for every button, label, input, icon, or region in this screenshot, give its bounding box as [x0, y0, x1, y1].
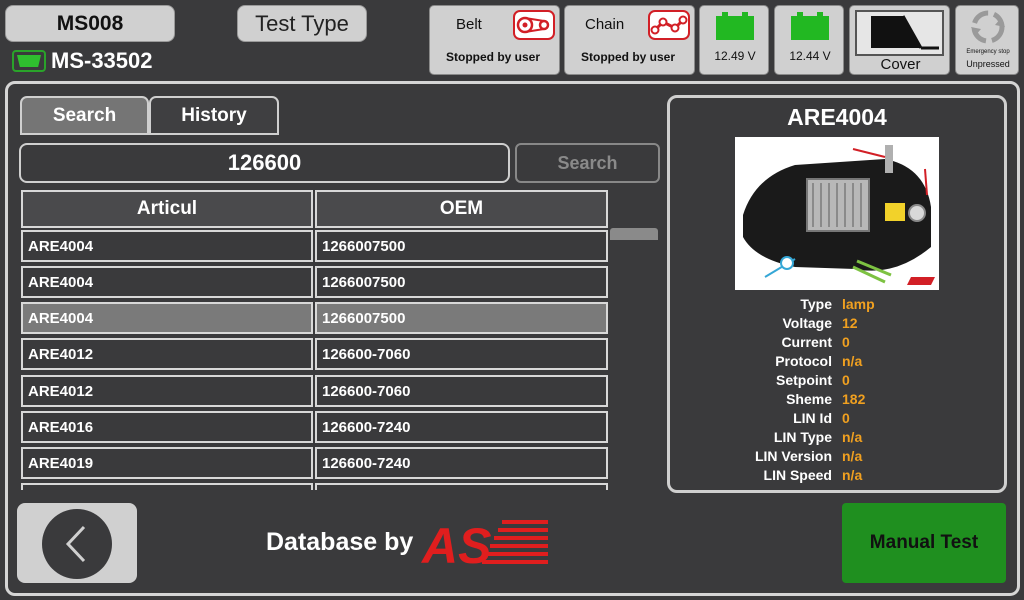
database-by-label: Database by — [266, 528, 414, 556]
detail-field-value: 0 — [842, 410, 850, 426]
cell-oem: 1266007500 — [315, 230, 608, 262]
column-header-articul[interactable]: Articul — [21, 190, 313, 228]
detail-field-label: LIN Speed — [763, 467, 832, 483]
detail-field-value: n/a — [842, 429, 863, 445]
detail-field-row: Current 0 — [670, 334, 1005, 353]
detail-field-label: Sheme — [786, 391, 832, 407]
station-label[interactable]: MS008 — [5, 5, 175, 42]
cell-articul: ARE4019 — [21, 447, 313, 479]
detail-field-row: Sheme 182 — [670, 391, 1005, 410]
cell-articul: ARE4004 — [21, 266, 313, 298]
detail-field-label: Protocol — [775, 353, 832, 369]
detail-field-label: Type — [800, 296, 832, 312]
search-input[interactable]: 126600 — [19, 143, 510, 183]
app-screen: { "header": { "station_label": "MS008", … — [0, 0, 1024, 600]
battery-icon — [791, 12, 829, 45]
results-table: Articul OEM ARE4004 1266007500 ARE4004 1… — [19, 188, 611, 490]
cell-oem: 1266007500 — [315, 302, 608, 334]
detail-field-label: LIN Id — [793, 410, 832, 426]
detail-field-label: Voltage — [782, 315, 832, 331]
estop-title: Emergency stop — [966, 49, 1010, 55]
device-connected-icon — [12, 50, 46, 72]
test-type-button[interactable]: Test Type — [237, 5, 367, 42]
tab-search[interactable]: Search — [20, 96, 149, 135]
cell-oem: 126600-7240 — [315, 411, 608, 443]
detail-field-label: LIN Type — [773, 429, 832, 445]
table-row-partial — [315, 483, 608, 490]
detail-field-value: 0 — [842, 372, 850, 388]
detail-field-label: Setpoint — [776, 372, 832, 388]
cover-icon — [855, 10, 944, 56]
table-row-partial — [21, 483, 313, 490]
tab-history[interactable]: History — [149, 96, 279, 135]
as-logo: AS — [418, 517, 550, 574]
battery1-tile[interactable]: 12.49 V — [699, 5, 769, 75]
chain-status-tile[interactable]: Chain Stopped by user — [564, 5, 695, 75]
estop-state: Unpressed — [966, 59, 1010, 69]
cell-articul: ARE4012 — [21, 338, 313, 370]
detail-field-value: lamp — [842, 296, 875, 312]
detail-field-row: LIN Version n/a — [670, 448, 1005, 467]
device-id: MS-33502 — [51, 48, 153, 73]
detail-field-value: 12 — [842, 315, 858, 331]
battery2-voltage: 12.44 V — [789, 49, 831, 63]
cover-label: Cover — [880, 56, 921, 73]
battery-icon — [716, 12, 754, 45]
detail-field-row: LIN Speed n/a — [670, 467, 1005, 486]
detail-field-value: n/a — [842, 467, 863, 483]
detail-field-label: Current — [781, 334, 832, 350]
manual-test-button[interactable]: Manual Test — [842, 503, 1006, 583]
belt-state: Stopped by user — [446, 50, 541, 64]
detail-field-label: LIN Version — [754, 448, 832, 464]
battery1-voltage: 12.49 V — [714, 49, 756, 63]
detail-field-row: Voltage 12 — [670, 315, 1005, 334]
cell-oem: 126600-7060 — [315, 338, 608, 370]
detail-field-value: 0 — [842, 334, 850, 350]
chevron-left-icon — [42, 509, 112, 579]
belt-status-tile[interactable]: Belt Stopped by user — [429, 5, 560, 75]
cell-articul: ARE4004 — [21, 230, 313, 262]
detail-title: ARE4004 — [787, 104, 887, 130]
detail-field-row: LIN Id 0 — [670, 410, 1005, 429]
detail-field-row: LIN Type n/a — [670, 429, 1005, 448]
column-header-oem[interactable]: OEM — [315, 190, 608, 228]
detail-field-value: n/a — [842, 353, 863, 369]
refresh-icon — [971, 10, 1005, 49]
chain-state: Stopped by user — [581, 50, 676, 64]
chain-icon — [648, 10, 690, 45]
back-button[interactable] — [17, 503, 137, 583]
cover-tile[interactable]: Cover — [849, 5, 950, 75]
battery2-tile[interactable]: 12.44 V — [774, 5, 844, 75]
table-scrollbar-thumb[interactable] — [610, 228, 658, 240]
detail-field-row: Protocol n/a — [670, 353, 1005, 372]
cell-articul: ARE4012 — [21, 375, 313, 407]
detail-field-row: Setpoint 0 — [670, 372, 1005, 391]
detail-field-value: 182 — [842, 391, 866, 407]
belt-icon — [513, 10, 555, 45]
search-button[interactable]: Search — [515, 143, 660, 183]
cell-articul: ARE4016 — [21, 411, 313, 443]
chain-title: Chain — [585, 16, 625, 33]
detail-field-value: n/a — [842, 448, 863, 464]
cell-oem: 1266007500 — [315, 266, 608, 298]
cell-articul: ARE4004 — [21, 302, 313, 334]
emergency-stop-tile[interactable]: Emergency stop Unpressed — [955, 5, 1019, 75]
detail-field-row: Type lamp — [670, 296, 1005, 315]
svg-text:AS: AS — [420, 518, 491, 569]
cell-oem: 126600-7240 — [315, 447, 608, 479]
belt-title: Belt — [456, 16, 482, 33]
product-image — [735, 137, 939, 290]
cell-oem: 126600-7060 — [315, 375, 608, 407]
